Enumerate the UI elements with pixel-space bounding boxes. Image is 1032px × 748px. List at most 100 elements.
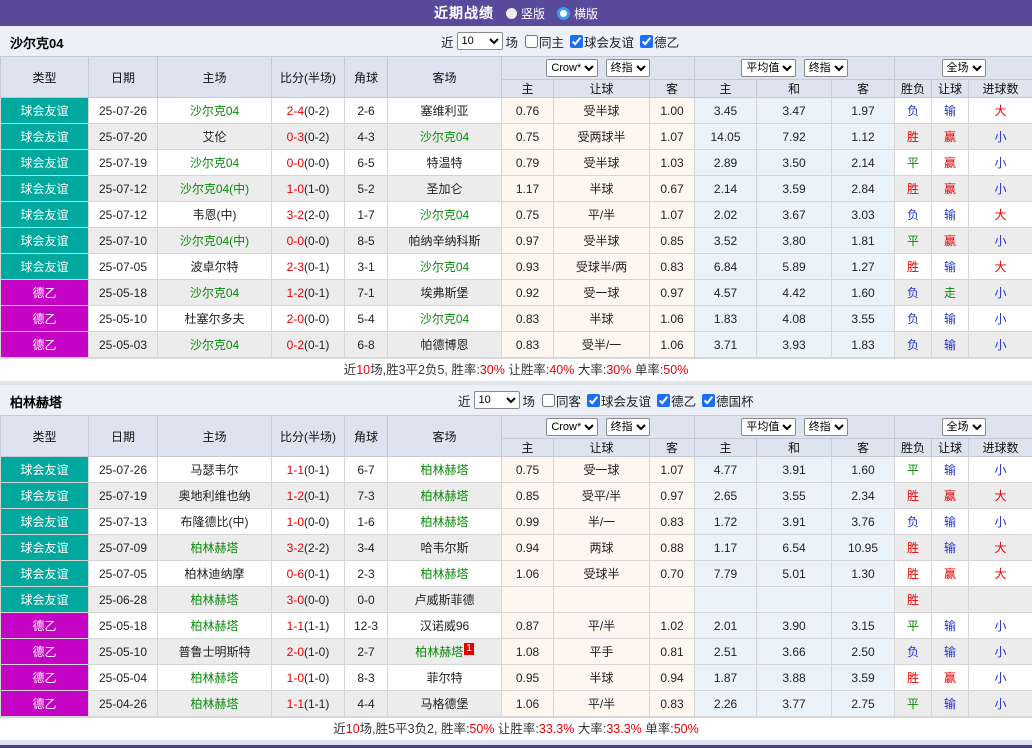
result-cell: 赢 — [932, 665, 969, 691]
radio-vertical-icon[interactable] — [506, 8, 517, 19]
filter-option[interactable]: 球会友谊 — [581, 391, 651, 410]
odds-provider-select[interactable]: Crow* — [546, 418, 598, 436]
sub-header: 让球 — [932, 80, 969, 98]
provider-odds-cell: 1.06 — [502, 691, 554, 717]
score-cell: 1-1(1-1) — [272, 613, 345, 639]
average-odds-cell: 2.02 — [695, 202, 757, 228]
average-odds-cell: 4.77 — [695, 457, 757, 483]
result-cell: 小 — [969, 306, 1032, 332]
result-cell: 赢 — [932, 561, 969, 587]
result-cell: 平 — [895, 150, 932, 176]
final-index-select-1[interactable]: 终指 — [606, 418, 650, 436]
average-odds-cell: 5.01 — [757, 561, 832, 587]
filter-checkbox[interactable] — [570, 35, 583, 48]
home-team-cell: 柏林赫塔 — [158, 613, 272, 639]
league-cell: 德乙 — [1, 639, 89, 665]
provider-odds-cell: 0.75 — [502, 457, 554, 483]
provider-odds-cell: 半球 — [554, 665, 650, 691]
final-index-select-2[interactable]: 终指 — [804, 59, 848, 77]
filter-option[interactable]: 球会友谊 — [564, 32, 634, 51]
provider-odds-cell: 1.03 — [650, 150, 695, 176]
filter-option[interactable]: 德乙 — [634, 32, 679, 51]
result-cell: 小 — [969, 280, 1032, 306]
home-team-cell: 沙尔克04 — [158, 280, 272, 306]
result-cell: 小 — [969, 639, 1032, 665]
provider-odds-cell: 受一球 — [554, 280, 650, 306]
average-odds-cell — [832, 587, 895, 613]
col-header: 类型 — [1, 416, 89, 457]
match-row: 球会友谊25-07-10沙尔克04(中)0-0(0-0)8-5帕纳辛纳科斯0.9… — [1, 228, 1032, 254]
filter-checkbox[interactable] — [657, 394, 670, 407]
result-cell: 负 — [895, 639, 932, 665]
provider-odds-cell: 受半球 — [554, 150, 650, 176]
result-cell: 小 — [969, 457, 1032, 483]
result-cell: 胜 — [895, 483, 932, 509]
provider-odds-cell — [650, 587, 695, 613]
home-team-cell: 韦恩(中) — [158, 202, 272, 228]
summary-line: 近10场,胜3平2负5, 胜率:30% 让胜率:40% 大率:30% 单率:50… — [0, 358, 1032, 381]
average-odds-cell: 10.95 — [832, 535, 895, 561]
scope-select[interactable]: 全场 — [942, 59, 986, 77]
filter-option[interactable]: 德国杯 — [696, 391, 754, 410]
average-odds-cell: 3.15 — [832, 613, 895, 639]
filter-option[interactable]: 同客 — [538, 391, 581, 410]
result-cell: 赢 — [932, 228, 969, 254]
layout-radio-horizontal[interactable]: 横版 — [557, 5, 598, 22]
provider-odds-cell: 1.07 — [650, 202, 695, 228]
final-index-select-1[interactable]: 终指 — [606, 59, 650, 77]
sub-header: 主 — [695, 439, 757, 457]
average-odds-cell: 1.81 — [832, 228, 895, 254]
match-row: 球会友谊25-07-13布隆德比(中)1-0(0-0)1-6柏林赫塔0.99半/… — [1, 509, 1032, 535]
provider-odds-cell: 0.99 — [502, 509, 554, 535]
radio-horizontal-icon[interactable] — [557, 7, 570, 20]
league-cell: 球会友谊 — [1, 228, 89, 254]
league-cell: 球会友谊 — [1, 587, 89, 613]
league-cell: 德乙 — [1, 665, 89, 691]
league-cell: 德乙 — [1, 280, 89, 306]
final-index-select-2[interactable]: 终指 — [804, 418, 848, 436]
average-odds-select[interactable]: 平均值 — [741, 418, 796, 436]
provider-odds-cell: 0.97 — [650, 280, 695, 306]
provider-odds-cell: 半球 — [554, 176, 650, 202]
filter-checkbox[interactable] — [702, 394, 715, 407]
average-odds-cell: 3.45 — [695, 98, 757, 124]
result-cell: 赢 — [932, 176, 969, 202]
filter-label: 德乙 — [654, 32, 679, 51]
filter-checkbox[interactable] — [640, 35, 653, 48]
provider-odds-cell: 0.87 — [502, 613, 554, 639]
average-odds-cell: 4.08 — [757, 306, 832, 332]
match-row: 德乙25-05-10普鲁士明斯特2-0(1-0)2-7柏林赫塔11.08平手0.… — [1, 639, 1032, 665]
result-cell: 大 — [969, 535, 1032, 561]
filter-checkbox[interactable] — [542, 394, 555, 407]
away-team-cell: 柏林赫塔 — [388, 561, 502, 587]
matches-body: 球会友谊25-07-26马瑟韦尔1-1(0-1)6-7柏林赫塔0.75受一球1.… — [1, 457, 1032, 717]
recent-count-select[interactable]: 10 — [457, 32, 503, 50]
scope-select[interactable]: 全场 — [942, 418, 986, 436]
average-odds-cell: 2.89 — [695, 150, 757, 176]
layout-radio-vertical[interactable]: 竖版 — [506, 5, 545, 22]
score-cell: 2-4(0-2) — [272, 98, 345, 124]
result-cell: 输 — [932, 509, 969, 535]
result-cell — [932, 587, 969, 613]
date-cell: 25-07-20 — [89, 124, 158, 150]
average-odds-select[interactable]: 平均值 — [741, 59, 796, 77]
provider-odds-cell: 0.75 — [502, 202, 554, 228]
recent-count-select[interactable]: 10 — [474, 391, 520, 409]
section-header: 沙尔克04 近 10 场 同主球会友谊德乙 — [0, 26, 1032, 56]
filter-checkbox[interactable] — [525, 35, 538, 48]
games-label: 场 — [506, 32, 519, 51]
provider-odds-cell — [554, 587, 650, 613]
away-team-cell: 沙尔克04 — [388, 254, 502, 280]
match-row: 德乙25-05-04柏林赫塔1-0(1-0)8-3菲尔特0.95半球0.941.… — [1, 665, 1032, 691]
average-odds-cell: 1.27 — [832, 254, 895, 280]
average-odds-cell: 2.50 — [832, 639, 895, 665]
team-name: 柏林赫塔 — [10, 392, 62, 411]
filter-option[interactable]: 德乙 — [651, 391, 696, 410]
filter-option[interactable]: 同主 — [521, 32, 564, 51]
col-header: 比分(半场) — [272, 57, 345, 98]
provider-odds-cell: 1.06 — [650, 306, 695, 332]
filter-checkbox[interactable] — [587, 394, 600, 407]
odds-provider-select[interactable]: Crow* — [546, 59, 598, 77]
score-cell: 1-2(0-1) — [272, 280, 345, 306]
match-row: 球会友谊25-07-20艾伦0-3(0-2)4-3沙尔克040.75受两球半1.… — [1, 124, 1032, 150]
